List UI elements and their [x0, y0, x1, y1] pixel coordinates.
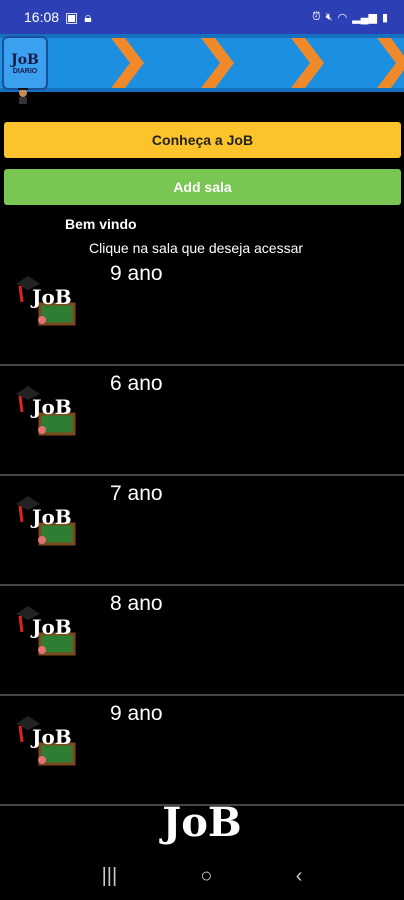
logo-text: JoB — [11, 51, 39, 68]
room-item[interactable]: JoB 8 ano — [0, 586, 404, 696]
graduation-board-icon: JoB — [16, 276, 76, 326]
app-logo[interactable]: JoB DIARIO — [2, 36, 48, 90]
svg-text:JoB: JoB — [30, 615, 72, 639]
room-item[interactable]: JoB 9 ano — [0, 696, 404, 806]
graduation-board-icon: JoB — [16, 716, 76, 766]
recent-apps-icon[interactable]: ||| — [102, 865, 118, 888]
home-icon[interactable]: ○ — [200, 865, 212, 888]
svg-text:JoB: JoB — [30, 725, 72, 749]
room-name: 7 ano — [110, 482, 163, 505]
status-time: 16:08 — [24, 9, 60, 25]
footer-logo: JoB — [162, 798, 242, 846]
room-list: JoB 9 ano JoB 6 ano JoB 7 ano JoB 8 ano … — [0, 256, 404, 806]
alarm-icon: ⏰︎ — [312, 10, 321, 23]
graduation-board-icon: JoB — [16, 386, 76, 436]
lock-icon: 🔒︎ — [84, 8, 92, 25]
mascot-icon — [18, 88, 28, 104]
add-room-button[interactable]: Add sala — [4, 169, 401, 205]
graduation-board-icon: JoB — [16, 606, 76, 656]
battery-icon: ▮ — [381, 11, 388, 24]
room-name: 8 ano — [110, 592, 163, 615]
signal-icon: ▂▄▆ — [352, 11, 377, 24]
ratio-icon: ▣ — [65, 8, 79, 25]
room-item[interactable]: JoB 9 ano — [0, 256, 404, 366]
about-job-button[interactable]: Conheça a JoB — [4, 122, 401, 158]
svg-text:JoB: JoB — [30, 505, 72, 529]
logo-subtext: DIARIO — [12, 67, 38, 75]
wifi-icon: ◠ — [337, 11, 348, 24]
welcome-text: Bem vindo — [65, 216, 137, 232]
room-item[interactable]: JoB 6 ano — [0, 366, 404, 476]
room-item[interactable]: JoB 7 ano — [0, 476, 404, 586]
room-name: 9 ano — [110, 702, 163, 725]
room-name: 9 ano — [110, 262, 163, 285]
instruction-text: Clique na sala que deseja acessar — [89, 240, 304, 256]
back-icon[interactable]: ‹ — [296, 865, 303, 888]
svg-text:JoB: JoB — [30, 285, 72, 309]
banner-arrows — [0, 34, 404, 92]
mute-icon: 🔇︎ — [325, 10, 333, 23]
system-nav-bar: ||| ○ ‹ — [0, 852, 404, 900]
header-banner — [0, 34, 404, 92]
room-name: 6 ano — [110, 372, 163, 395]
svg-text:JoB: JoB — [30, 395, 72, 419]
status-bar: 16:08 ▣ 🔒︎ ⏰︎ 🔇︎ ◠ ▂▄▆ ▮ — [0, 0, 404, 34]
graduation-board-icon: JoB — [16, 496, 76, 546]
